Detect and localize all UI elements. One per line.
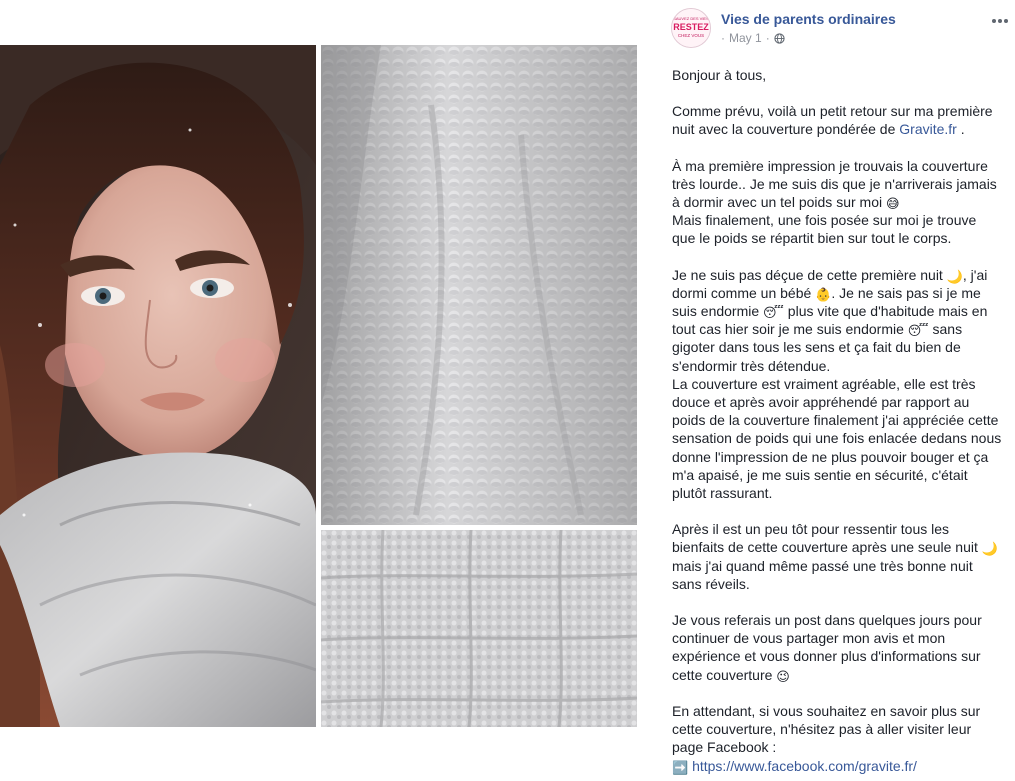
sleeping-emoji-icon: 😴 bbox=[907, 323, 929, 339]
text-span: Je ne suis pas déçue de cette première n… bbox=[672, 266, 947, 283]
paragraph-after: Après il est un peu tôt pour ressentir t… bbox=[672, 520, 1002, 593]
paragraph-first-impression: À ma première impression je trouvais la … bbox=[672, 157, 1002, 248]
paragraph-next-post: Je vous referais un post dans quelques j… bbox=[672, 611, 1002, 684]
right-arrow-emoji-icon: ➡️ bbox=[672, 759, 689, 775]
paragraph-first-night: Je ne suis pas déçue de cette première n… bbox=[672, 266, 1002, 503]
text-span: À ma première impression je trouvais la … bbox=[672, 157, 997, 211]
paragraph-intro: Comme prévu, voilà un petit retour sur m… bbox=[672, 102, 1002, 138]
logo-line-1: SAUVEZ DES VIES bbox=[673, 16, 709, 21]
more-options-icon[interactable] bbox=[989, 14, 1011, 28]
text-span: Après il est un peu tôt pour ressentir t… bbox=[672, 521, 982, 556]
globe-icon[interactable] bbox=[774, 32, 785, 44]
more-dot bbox=[992, 19, 996, 23]
text-span: Mais finalement, une fois posée sur moi … bbox=[672, 212, 977, 247]
page-logo: SAUVEZ DES VIES RESTEZ CHEZ VOUS bbox=[672, 9, 710, 47]
paragraph-greeting: Bonjour à tous, bbox=[672, 66, 1002, 84]
avatar[interactable]: SAUVEZ DES VIES RESTEZ CHEZ VOUS bbox=[671, 8, 711, 48]
blanket-bottom-image bbox=[321, 530, 637, 727]
wink-emoji-icon: 😉 bbox=[776, 668, 790, 684]
photo-blanket-top[interactable] bbox=[321, 45, 637, 525]
facebook-page-link[interactable]: https://www.facebook.com/gravite.fr/ bbox=[692, 758, 917, 774]
grinning-sweat-emoji-icon: 😅 bbox=[885, 196, 900, 212]
text-span: La couverture est vraiment agréable, ell… bbox=[672, 375, 1002, 502]
baby-emoji-icon: 👶 bbox=[815, 286, 832, 302]
meta-separator: · bbox=[721, 31, 725, 45]
more-dot bbox=[1004, 19, 1008, 23]
moon-emoji-icon: 🌙 bbox=[946, 268, 963, 284]
post-panel: SAUVEZ DES VIES RESTEZ CHEZ VOUS Vies de… bbox=[643, 0, 1015, 781]
photo-collage bbox=[0, 0, 643, 781]
post-meta: · May 1 · bbox=[721, 31, 785, 45]
more-dot bbox=[998, 19, 1002, 23]
text-span: mais j'ai quand même passé une très bonn… bbox=[672, 557, 973, 592]
logo-line-3: CHEZ VOUS bbox=[678, 33, 704, 38]
post-date-link[interactable]: May 1 bbox=[729, 31, 762, 45]
page-name-link[interactable]: Vies de parents ordinaires bbox=[721, 11, 896, 27]
gravite-link[interactable]: Gravite.fr bbox=[899, 121, 957, 137]
meta-separator: · bbox=[765, 31, 770, 45]
photo-selfie[interactable] bbox=[0, 45, 316, 727]
text-span: . bbox=[956, 121, 965, 138]
text-span: Je vous referais un post dans quelques j… bbox=[672, 612, 982, 683]
photo-blanket-bottom[interactable] bbox=[321, 530, 637, 727]
logo-line-2: RESTEZ bbox=[673, 22, 709, 32]
sleeping-emoji-icon: 😴 bbox=[763, 305, 784, 321]
paragraph-meanwhile: En attendant, si vous souhaitez en savoi… bbox=[672, 702, 1002, 775]
post-text: Bonjour à tous, Comme prévu, voilà un pe… bbox=[672, 66, 1002, 775]
text-span: En attendant, si vous souhaitez en savoi… bbox=[672, 702, 981, 756]
moon-emoji-icon: 🌙 bbox=[981, 541, 998, 557]
selfie-image bbox=[0, 45, 316, 727]
post-header: SAUVEZ DES VIES RESTEZ CHEZ VOUS Vies de… bbox=[671, 8, 1008, 48]
text-span: Bonjour à tous, bbox=[672, 67, 767, 83]
blanket-top-image bbox=[321, 45, 637, 525]
